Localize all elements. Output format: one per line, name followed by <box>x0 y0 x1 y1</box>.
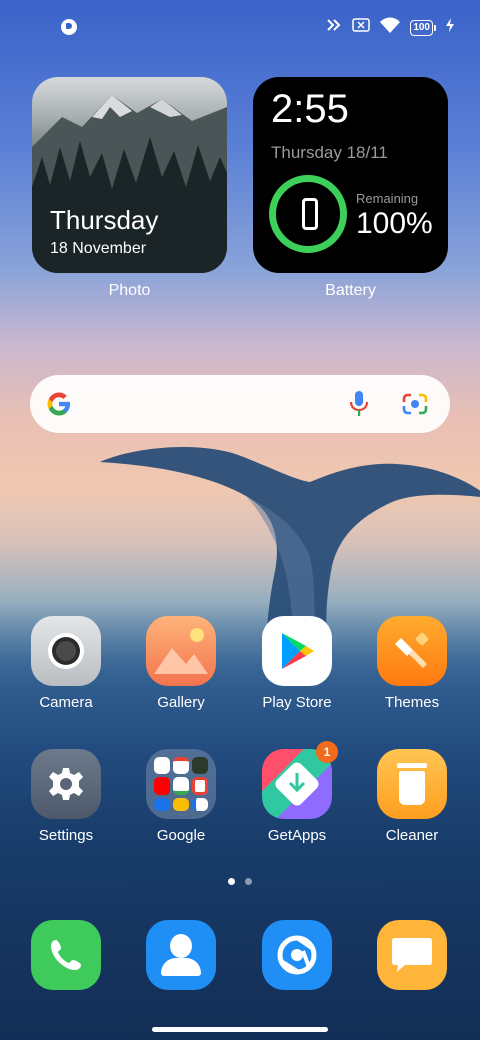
app-label-camera: Camera <box>39 694 93 711</box>
app-label-gallery: Gallery <box>157 694 205 711</box>
battery-ring <box>269 175 347 253</box>
notification-icon <box>61 19 77 35</box>
app-camera[interactable]: Camera <box>20 616 112 711</box>
dock-browser[interactable] <box>251 920 343 990</box>
app-cleaner[interactable]: Cleaner <box>366 749 458 844</box>
messages-icon <box>377 920 447 990</box>
gallery-icon <box>146 616 216 686</box>
dock-contacts[interactable] <box>135 920 227 990</box>
app-settings[interactable]: Settings <box>20 749 112 844</box>
status-bar: 100 <box>0 0 480 56</box>
google-icon <box>47 392 70 416</box>
photo-widget[interactable]: Thursday 18 November <box>32 77 227 273</box>
dock-phone[interactable] <box>20 920 112 990</box>
getapps-badge: 1 <box>316 741 338 763</box>
play-store-icon <box>262 616 332 686</box>
battery-remaining-label: Remaining <box>356 191 419 206</box>
app-themes[interactable]: Themes <box>366 616 458 711</box>
app-folder-google[interactable]: Google <box>135 749 227 844</box>
dock-messages[interactable] <box>366 920 458 990</box>
no-sim-icon <box>352 18 371 38</box>
app-play-store[interactable]: Play Store <box>251 616 343 711</box>
page-dot-2[interactable] <box>245 878 252 885</box>
app-label-themes: Themes <box>384 694 440 711</box>
themes-icon <box>377 616 447 686</box>
lens-icon[interactable] <box>402 392 428 416</box>
wifi-icon <box>380 17 401 39</box>
contacts-icon <box>146 920 216 990</box>
app-label-settings: Settings <box>38 827 94 844</box>
app-label-play-store: Play Store <box>262 694 332 711</box>
photo-widget-day: Thursday <box>50 205 159 235</box>
settings-icon <box>31 749 101 819</box>
battery-remaining-value: 100% <box>356 207 433 240</box>
battery-level: 100 <box>410 20 433 36</box>
app-label-google: Google <box>156 827 206 844</box>
battery-icon: 100 <box>410 20 436 36</box>
page-indicator <box>228 878 252 885</box>
app-label-cleaner: Cleaner <box>385 827 439 844</box>
mic-icon[interactable] <box>348 390 370 418</box>
app-getapps[interactable]: 1 GetApps <box>251 741 343 844</box>
battery-widget-time: 2:55 <box>271 87 349 131</box>
photo-widget-caption: Photo <box>108 282 151 299</box>
phone-outline-icon <box>302 198 318 230</box>
google-search-bar[interactable] <box>30 375 450 433</box>
photo-widget-date: 18 November <box>50 240 147 257</box>
battery-widget-caption: Battery <box>325 282 376 299</box>
battery-widget[interactable]: 2:55 Thursday 18/11 Remaining 100% <box>253 77 448 273</box>
signal-icon <box>326 17 342 39</box>
app-gallery[interactable]: Gallery <box>135 616 227 711</box>
charging-icon <box>446 18 454 38</box>
browser-icon <box>262 920 332 990</box>
google-folder-icon <box>146 749 216 819</box>
home-gesture-bar[interactable] <box>152 1027 328 1032</box>
battery-widget-date: Thursday 18/11 <box>271 143 388 162</box>
cleaner-icon <box>377 749 447 819</box>
camera-icon <box>31 616 101 686</box>
page-dot-1[interactable] <box>228 878 235 885</box>
phone-icon <box>31 920 101 990</box>
app-label-getapps: GetApps <box>267 827 327 844</box>
getapps-icon: 1 <box>262 741 338 819</box>
